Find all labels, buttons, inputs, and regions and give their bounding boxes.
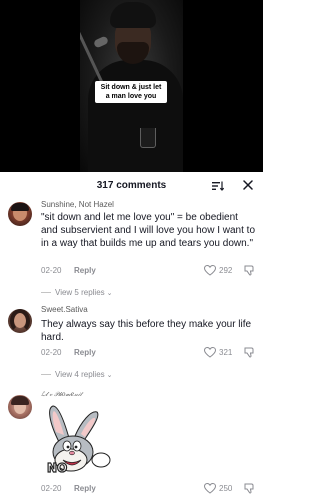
dislike-icon[interactable] xyxy=(244,265,255,276)
comments-sheet: 317 comments Sunshine, Not Hazel "sit do… xyxy=(0,172,263,500)
chevron-down-icon: ⌄ xyxy=(106,290,113,297)
comments-header: 317 comments xyxy=(0,172,263,198)
comment-date: 02-20 xyxy=(41,266,62,275)
reply-button[interactable]: Reply xyxy=(74,484,96,493)
avatar-hair xyxy=(11,396,29,405)
divider-line xyxy=(41,374,51,376)
sticker-text: NO xyxy=(47,461,67,475)
comment-username[interactable]: Sunshine, Not Hazel xyxy=(41,200,114,209)
chevron-down-icon: ⌄ xyxy=(106,372,113,379)
divider-line xyxy=(41,292,51,294)
like-count: 250 xyxy=(219,484,233,493)
dislike-icon[interactable] xyxy=(244,483,255,494)
comment-text: They always say this before they make yo… xyxy=(41,319,252,343)
glass xyxy=(140,128,156,148)
heart-icon xyxy=(204,265,216,276)
dislike-icon[interactable] xyxy=(244,347,255,358)
avatar[interactable] xyxy=(8,395,32,419)
video-player[interactable]: Sit down & just let a man love you xyxy=(0,0,263,172)
heart-icon xyxy=(204,483,216,494)
comment-item: ℒ𝓁 𝓋 𝒫𝒽𝑜𝓂𝑒𝓃𝒾𝓉 NO 02-20 Reply 250 xyxy=(0,390,263,500)
like-count: 321 xyxy=(219,348,233,357)
heart-icon xyxy=(204,347,216,358)
tiktok-screen: Sit down & just let a man love you 317 c… xyxy=(0,0,263,500)
comment-username[interactable]: ℒ𝓁 𝓋 𝒫𝒽𝑜𝓂𝑒𝓃𝒾𝓉 xyxy=(41,391,82,399)
comment-username[interactable]: Sweet.Sativa xyxy=(41,305,88,314)
sticker-image: NO xyxy=(41,402,119,480)
comment-date: 02-20 xyxy=(41,348,62,357)
view-replies-label: View 4 replies xyxy=(55,370,105,379)
person-hoodie xyxy=(88,60,183,172)
comment-item: Sweet.Sativa They always say this before… xyxy=(0,305,263,390)
avatar[interactable] xyxy=(8,202,32,226)
comment-date: 02-20 xyxy=(41,484,62,493)
close-icon[interactable] xyxy=(243,180,253,190)
avatar-hair xyxy=(10,309,30,333)
microphone-icon xyxy=(92,35,110,49)
bugs-bunny-no-sticker: NO xyxy=(46,405,111,476)
reply-button[interactable]: Reply xyxy=(74,348,96,357)
like-count: 292 xyxy=(219,266,233,275)
comment-text: "sit down and let me love you" = be obed… xyxy=(41,212,256,249)
avatar[interactable] xyxy=(8,309,32,333)
reply-button[interactable]: Reply xyxy=(74,266,96,275)
avatar-hair xyxy=(11,203,29,211)
comment-item: Sunshine, Not Hazel "sit down and let me… xyxy=(0,200,263,310)
view-replies-button[interactable]: View 4 replies ⌄ xyxy=(41,370,113,379)
video-caption: Sit down & just let a man love you xyxy=(95,81,167,103)
person-beanie xyxy=(110,2,156,28)
view-replies-label: View 5 replies xyxy=(55,288,105,297)
view-replies-button[interactable]: View 5 replies ⌄ xyxy=(41,288,113,297)
sort-icon[interactable] xyxy=(212,181,224,191)
